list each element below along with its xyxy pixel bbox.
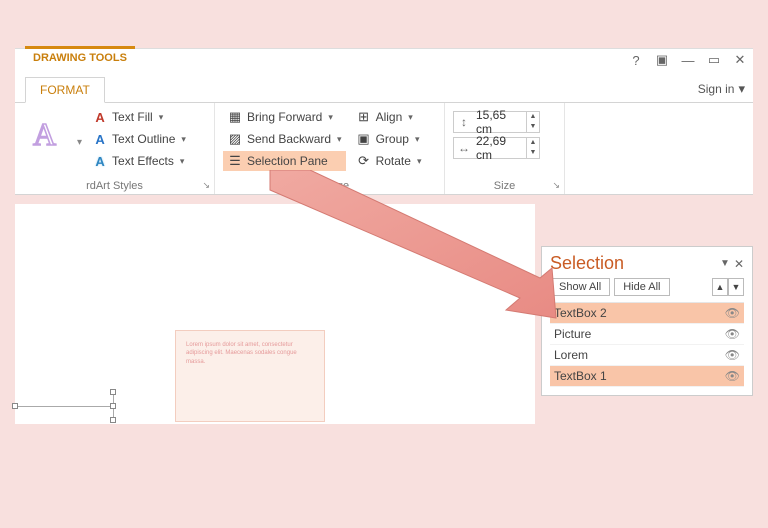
help-icon[interactable]: ? (629, 53, 643, 67)
pane-close-icon[interactable]: ✕ (734, 257, 744, 271)
width-value: 22,69 cm (474, 134, 526, 162)
text-effects-icon: A (92, 153, 108, 169)
group-arrange: ▦ Bring Forward ▾ ▨ Send Backward ▾ ☰ Se… (215, 103, 445, 194)
text-effects-button[interactable]: A Text Effects ▾ (88, 151, 190, 171)
group-label-wordart: rdArt Styles ↘ (23, 178, 206, 192)
selection-item[interactable]: Picture 👁 (550, 324, 744, 345)
wordart-a-icon: A (29, 113, 69, 153)
selection-pane-label: Selection Pane (247, 154, 328, 168)
group-icon: ▣ (356, 131, 372, 147)
send-backward-icon: ▨ (227, 131, 243, 147)
group-label-arrange: Arrange (223, 178, 436, 192)
visibility-toggle-icon[interactable]: 👁 (725, 348, 740, 362)
visibility-toggle-icon[interactable]: 👁 (725, 369, 740, 383)
dropdown-icon: ▾ (408, 112, 413, 123)
tab-format[interactable]: FORMAT (25, 77, 105, 103)
selection-pane: Selection ▼ ✕ Show All Hide All ▲ ▼ Text… (541, 246, 753, 396)
text-outline-button[interactable]: A Text Outline ▾ (88, 129, 190, 149)
slide-thumbnail[interactable]: Lorem ipsum dolor sit amet, consectetur … (175, 330, 325, 422)
app-window: DRAWING TOOLS ? ▣ — ▭ ✕ FORMAT Sign in ▾… (15, 48, 753, 195)
group-button[interactable]: ▣ Group ▾ (352, 129, 426, 149)
text-outline-label: Text Outline (112, 132, 175, 146)
selection-item-name: Picture (554, 327, 591, 341)
text-fill-icon: A (92, 109, 108, 125)
width-spinner[interactable]: ▲▼ (526, 138, 539, 158)
group-size: ↕ 15,65 cm ▲▼ ↔ 22,69 cm ▲▼ Size ↘ (445, 103, 565, 194)
selection-pane-button[interactable]: ☰ Selection Pane (223, 151, 346, 171)
height-value: 15,65 cm (474, 108, 526, 136)
svg-text:A: A (33, 116, 56, 152)
selection-list: TextBox 2 👁 Picture 👁 Lorem 👁 TextBox 1 … (550, 302, 744, 387)
width-input[interactable]: ↔ 22,69 cm ▲▼ (453, 137, 540, 159)
dialog-launcher-icon[interactable]: ↘ (552, 180, 560, 191)
titlebar: DRAWING TOOLS ? ▣ — ▭ ✕ (15, 49, 753, 77)
align-button[interactable]: ⊞ Align ▾ (352, 107, 426, 127)
rotate-label: Rotate (376, 154, 411, 168)
text-fill-label: Text Fill (112, 110, 153, 124)
bring-forward-icon: ▦ (227, 109, 243, 125)
placeholder-text: Lorem ipsum dolor sit amet, consectetur … (186, 342, 297, 365)
gallery-expand-icon[interactable]: ▾ (77, 137, 86, 148)
send-backward-button[interactable]: ▨ Send Backward ▾ (223, 129, 346, 149)
selection-pane-icon: ☰ (227, 153, 243, 169)
dropdown-icon: ▾ (337, 134, 342, 145)
selection-item-name: TextBox 2 (554, 306, 607, 320)
selection-pane-title: Selection (550, 253, 624, 274)
selected-shape[interactable] (15, 392, 115, 422)
selection-item[interactable]: TextBox 1 👁 (550, 366, 744, 387)
ribbon: A ▾ A Text Fill ▾ A Text Outline ▾ (15, 103, 753, 195)
dialog-launcher-icon[interactable]: ↘ (202, 180, 210, 191)
selection-item-name: Lorem (554, 348, 588, 362)
contextual-tools-label: DRAWING TOOLS (25, 46, 135, 66)
hide-all-button[interactable]: Hide All (614, 278, 669, 296)
bring-forward-label: Bring Forward (247, 110, 322, 124)
visibility-toggle-icon[interactable]: 👁 (725, 327, 740, 341)
window-controls: ? ▣ — ▭ ✕ (629, 53, 747, 67)
visibility-toggle-icon[interactable]: 👁 (725, 306, 740, 320)
bring-forward-button[interactable]: ▦ Bring Forward ▾ (223, 107, 346, 127)
align-icon: ⊞ (356, 109, 372, 125)
ribbon-display-icon[interactable]: ▣ (655, 53, 669, 67)
text-effects-label: Text Effects (112, 154, 174, 168)
selection-item[interactable]: TextBox 2 👁 (550, 303, 744, 324)
selection-item[interactable]: Lorem 👁 (550, 345, 744, 366)
dropdown-icon: ▾ (159, 112, 164, 123)
wordart-gallery[interactable]: A (23, 107, 75, 159)
rotate-icon: ⟳ (356, 153, 372, 169)
height-spinner[interactable]: ▲▼ (526, 112, 539, 132)
signin-label: Sign in (698, 82, 735, 96)
group-btn-label: Group (376, 132, 409, 146)
send-backward-label: Send Backward (247, 132, 331, 146)
dropdown-icon: ▾ (181, 134, 186, 145)
height-icon: ↕ (454, 115, 474, 129)
close-icon[interactable]: ✕ (733, 53, 747, 67)
height-input[interactable]: ↕ 15,65 cm ▲▼ (453, 111, 540, 133)
move-down-button[interactable]: ▼ (728, 278, 744, 296)
group-wordart-styles: A ▾ A Text Fill ▾ A Text Outline ▾ (15, 103, 215, 194)
width-icon: ↔ (454, 141, 474, 155)
ribbon-tabs: FORMAT Sign in ▾ (15, 77, 753, 103)
move-up-button[interactable]: ▲ (712, 278, 728, 296)
dropdown-icon: ▾ (328, 112, 333, 123)
minimize-icon[interactable]: — (681, 53, 695, 67)
text-fill-button[interactable]: A Text Fill ▾ (88, 107, 190, 127)
dropdown-icon: ▾ (180, 156, 185, 167)
dropdown-icon: ▾ (415, 134, 420, 145)
chevron-down-icon: ▾ (738, 81, 745, 97)
maximize-icon[interactable]: ▭ (707, 53, 721, 67)
show-all-button[interactable]: Show All (550, 278, 610, 296)
text-outline-icon: A (92, 131, 108, 147)
align-label: Align (376, 110, 403, 124)
signin-link[interactable]: Sign in ▾ (698, 81, 745, 97)
rotate-button[interactable]: ⟳ Rotate ▾ (352, 151, 426, 171)
selection-item-name: TextBox 1 (554, 369, 607, 383)
pane-options-icon[interactable]: ▼ (720, 258, 730, 269)
group-label-size: Size ↘ (453, 178, 556, 192)
dropdown-icon: ▾ (417, 156, 422, 167)
